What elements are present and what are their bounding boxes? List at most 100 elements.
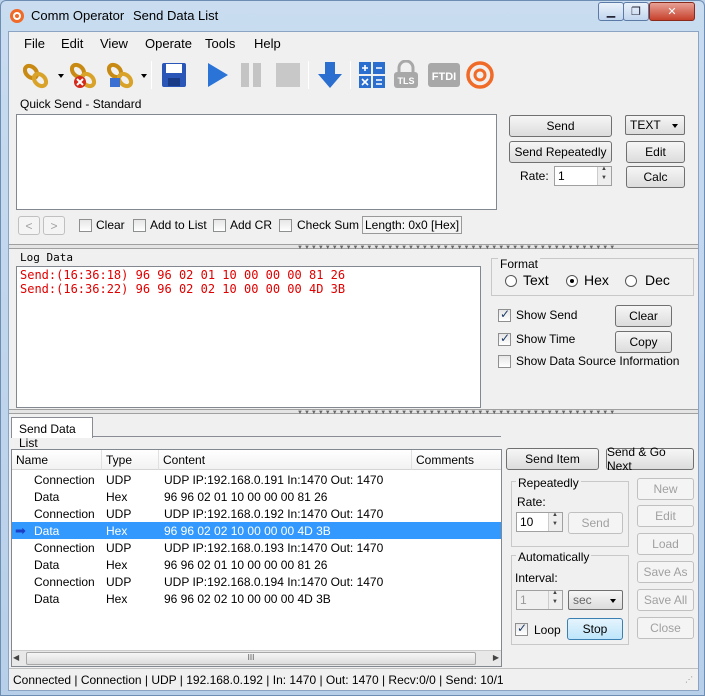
send-button[interactable]: Send: [509, 115, 612, 137]
format-text-radio[interactable]: [505, 275, 517, 287]
list-item[interactable]: Data Hex 96 96 02 01 10 00 00 00 81 26: [12, 556, 501, 573]
save-all-button[interactable]: Save All: [637, 589, 694, 611]
format-dec-radio[interactable]: [625, 275, 637, 287]
menu-bar: File Edit View Operate Tools Help: [9, 32, 698, 54]
add-to-list-checkbox[interactable]: [133, 219, 146, 232]
scroll-left-icon[interactable]: ◀: [13, 653, 19, 662]
restore-button[interactable]: ❐: [623, 2, 649, 21]
list-item[interactable]: Connection UDP UDP IP:192.168.0.194 In:147…: [12, 573, 501, 590]
list-item[interactable]: Connection UDP UDP IP:192.168.0.192 In:147…: [12, 505, 501, 522]
menu-tools[interactable]: Tools: [205, 36, 235, 51]
start-button[interactable]: [202, 59, 232, 91]
column-header-content[interactable]: Content: [159, 450, 412, 470]
load-list-button[interactable]: Load: [637, 533, 694, 555]
interval-stepper[interactable]: 1: [516, 590, 563, 610]
log-line: Send:(16:36:22) 96 96 02 02 10 00 00 00 …: [20, 282, 346, 296]
next-button[interactable]: >: [43, 216, 65, 235]
minimize-icon: ▁: [606, 6, 616, 18]
settings-dropdown-icon[interactable]: [141, 74, 147, 78]
rate-stepper[interactable]: 1: [554, 166, 612, 186]
save-button[interactable]: [159, 59, 189, 91]
prev-button[interactable]: <: [18, 216, 40, 235]
client-area: File Edit View Operate Tools Help TLS FT…: [8, 31, 699, 691]
list-item[interactable]: ➡ Data Hex 96 96 02 02 10 00 00 00 4D 3B: [12, 522, 501, 539]
send-data-list[interactable]: Name Type Content Comments Connection UDP…: [11, 449, 502, 667]
splitter-bottom[interactable]: ▼▼▼▼▼▼▼▼▼▼▼▼▼▼▼▼▼▼▼▼▼▼▼▼▼▼▼▼▼▼▼▼▼▼▼▼▼▼▼▼…: [9, 409, 698, 416]
toolbar: TLS FTDI: [9, 55, 698, 95]
column-header-comments[interactable]: Comments: [412, 450, 501, 470]
quick-send-input[interactable]: [16, 114, 497, 210]
menu-edit[interactable]: Edit: [61, 36, 83, 51]
download-button[interactable]: [315, 59, 345, 91]
connection-settings-button[interactable]: [105, 59, 135, 91]
tls-label: TLS: [398, 76, 415, 86]
scroll-right-icon[interactable]: ▶: [493, 653, 499, 662]
list-cell-content: UDP IP:192.168.0.191 In:1470 Out: 1470: [164, 473, 384, 487]
list-cell-name: Data: [34, 524, 60, 538]
pause-button[interactable]: [236, 59, 266, 91]
close-window-button[interactable]: ✕: [649, 2, 695, 21]
tab-send-data-list[interactable]: Send Data List: [11, 417, 93, 450]
show-send-checkbox[interactable]: [498, 307, 511, 322]
list-item[interactable]: Data Hex 96 96 02 02 10 00 00 00 4D 3B: [12, 590, 501, 607]
scroll-thumb[interactable]: III: [26, 652, 476, 665]
stop-loop-button[interactable]: Stop: [567, 618, 623, 640]
interval-label: Interval:: [515, 571, 558, 585]
clear-checkbox[interactable]: [79, 219, 92, 232]
list-cell-name: Connection: [34, 507, 95, 521]
edit-button[interactable]: Edit: [626, 141, 685, 163]
current-row-arrow-icon: ➡: [15, 523, 26, 538]
save-as-button[interactable]: Save As: [637, 561, 694, 583]
calculator-button[interactable]: [357, 59, 387, 91]
log-clear-button[interactable]: Clear: [615, 305, 672, 327]
log-line: Send:(16:36:18) 96 96 02 01 10 00 00 00 …: [20, 268, 346, 282]
resize-grip-icon[interactable]: ⋰: [685, 675, 693, 684]
format-title: Format: [498, 257, 541, 271]
send-repeatedly-button[interactable]: Send Repeatedly: [509, 141, 612, 163]
mode-dropdown[interactable]: TEXT: [625, 115, 685, 135]
menu-file[interactable]: File: [24, 36, 45, 51]
list-cell-type: Hex: [106, 558, 128, 572]
log-area[interactable]: Send:(16:36:18) 96 96 02 01 10 00 00 00 …: [16, 266, 481, 408]
disconnect-button[interactable]: [68, 59, 98, 91]
column-header-name[interactable]: Name: [12, 450, 102, 470]
format-hex-label: Hex: [584, 272, 609, 288]
connect-dropdown-icon[interactable]: [58, 74, 64, 78]
close-list-button[interactable]: Close: [637, 617, 694, 639]
menu-help[interactable]: Help: [254, 36, 281, 51]
send-go-next-button[interactable]: Send & Go Next: [606, 445, 694, 473]
ftdi-button[interactable]: FTDI: [427, 59, 461, 91]
side-send-button[interactable]: Send: [568, 512, 623, 534]
new-item-button[interactable]: New: [637, 478, 694, 500]
horizontal-scrollbar[interactable]: ◀ III ▶: [12, 650, 501, 666]
connect-button[interactable]: [21, 59, 51, 91]
send-item-button[interactable]: Send Item: [506, 448, 599, 470]
splitter-top[interactable]: ▼▼▼▼▼▼▼▼▼▼▼▼▼▼▼▼▼▼▼▼▼▼▼▼▼▼▼▼▼▼▼▼▼▼▼▼▼▼▼▼…: [9, 244, 698, 251]
check-sum-label: Check Sum: [297, 218, 360, 232]
show-source-checkbox[interactable]: [498, 355, 511, 368]
list-item[interactable]: Data Hex 96 96 02 01 10 00 00 00 81 26: [12, 488, 501, 505]
check-sum-checkbox[interactable]: [279, 219, 292, 232]
list-item[interactable]: Connection UDP UDP IP:192.168.0.191 In:147…: [12, 471, 501, 488]
length-indicator: Length: 0x0 [Hex]: [362, 216, 463, 234]
about-button[interactable]: [465, 59, 495, 91]
log-copy-button[interactable]: Copy: [615, 331, 672, 353]
menu-operate[interactable]: Operate: [145, 36, 192, 51]
column-header-type[interactable]: Type: [102, 450, 159, 470]
list-cell-content: 96 96 02 02 10 00 00 00 4D 3B: [164, 524, 331, 538]
side-rate-stepper[interactable]: 10: [516, 512, 563, 532]
stop-button[interactable]: [273, 59, 303, 91]
loop-checkbox[interactable]: [515, 621, 528, 636]
add-cr-checkbox[interactable]: [213, 219, 226, 232]
tls-button[interactable]: TLS: [391, 59, 421, 91]
calc-button[interactable]: Calc: [626, 166, 685, 188]
minimize-button[interactable]: ▁: [598, 2, 624, 21]
show-time-checkbox[interactable]: [498, 331, 511, 346]
menu-view[interactable]: View: [100, 36, 128, 51]
list-item[interactable]: Connection UDP UDP IP:192.168.0.193 In:147…: [12, 539, 501, 556]
interval-unit-dropdown[interactable]: sec: [568, 590, 623, 610]
edit-item-button[interactable]: Edit: [637, 505, 694, 527]
list-cell-type: Hex: [106, 592, 128, 606]
list-cell-name: Connection: [34, 575, 95, 589]
format-hex-radio[interactable]: [566, 275, 578, 287]
